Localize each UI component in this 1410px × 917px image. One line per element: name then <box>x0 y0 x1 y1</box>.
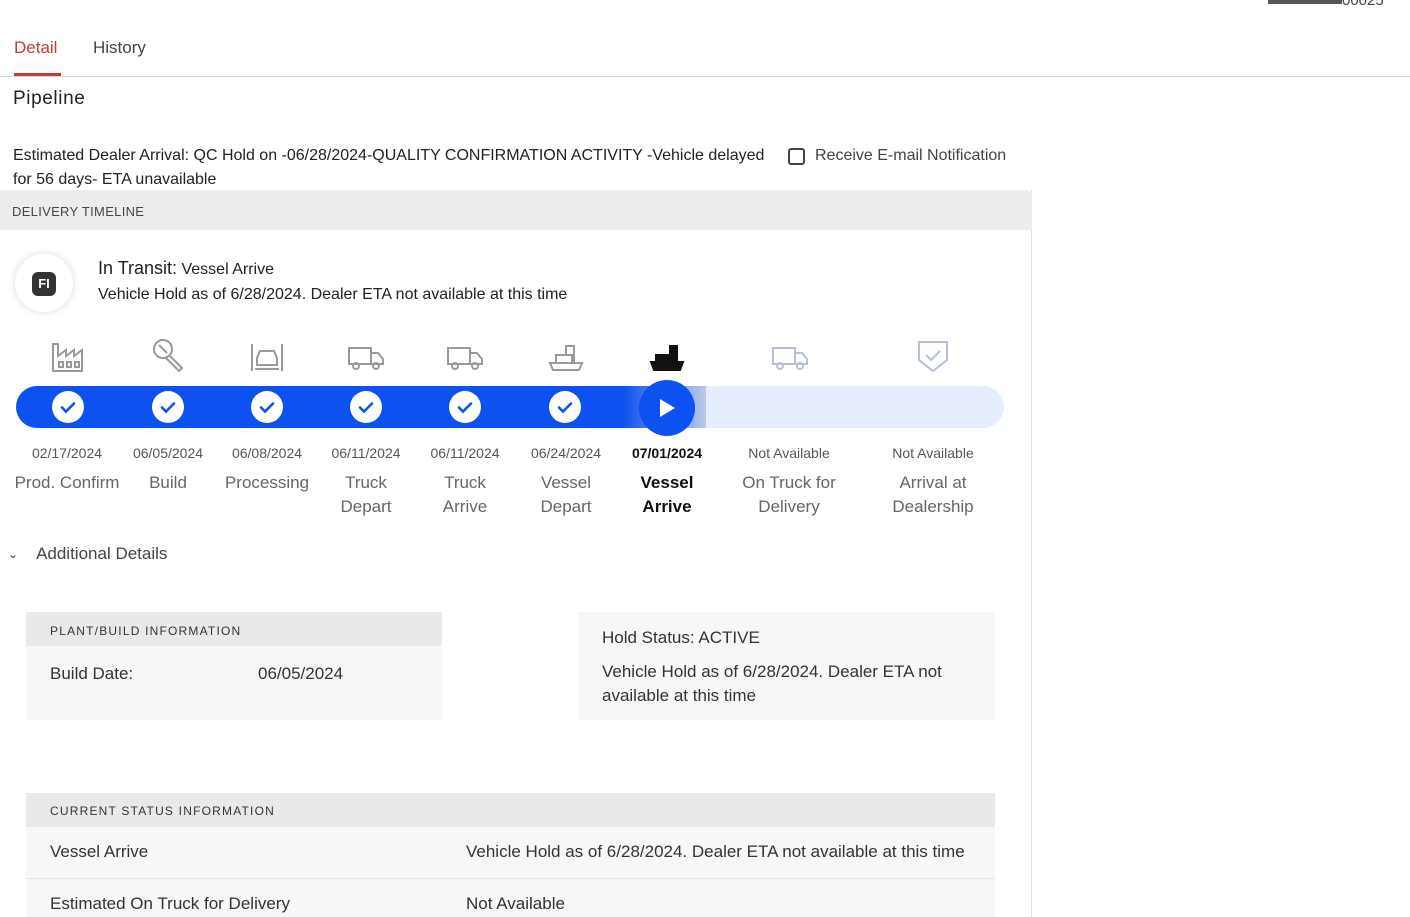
stage-date: Not Available <box>748 445 830 461</box>
additional-details-toggle[interactable]: ⌄ Additional Details <box>8 544 167 564</box>
status-row-value: Not Available <box>466 894 565 913</box>
status-badge: FI <box>15 254 73 312</box>
transit-stage: Vessel Arrive <box>181 261 274 278</box>
tab-detail[interactable]: Detail <box>14 38 57 58</box>
plant-build-info: PLANT/BUILD INFORMATION Build Date: 06/0… <box>26 612 442 720</box>
car-lift-icon <box>247 336 287 376</box>
check-icon <box>251 391 283 423</box>
table-row: Estimated On Truck for Delivery Not Avai… <box>26 879 995 917</box>
current-stage-play-icon <box>639 380 695 436</box>
truck-icon <box>445 336 485 376</box>
additional-details-label: Additional Details <box>36 544 168 563</box>
page-title: Pipeline <box>13 88 86 109</box>
check-icon <box>152 391 184 423</box>
status-badge-label: FI <box>32 272 56 296</box>
active-tab-indicator <box>14 73 61 76</box>
email-notification-label: Receive E-mail Notification <box>815 147 1007 164</box>
stage-date: Not Available <box>892 445 974 461</box>
tab-bar: Detail History <box>0 0 1410 77</box>
transit-message: Vehicle Hold as of 6/28/2024. Dealer ETA… <box>98 286 568 303</box>
ship-icon <box>647 336 687 376</box>
hold-status-panel: Hold Status: ACTIVE Vehicle Hold as of 6… <box>578 612 995 720</box>
build-date-value: 06/05/2024 <box>258 664 344 683</box>
stage-date-current: 07/01/2024 <box>631 445 703 461</box>
shield-check-icon <box>913 336 953 376</box>
truck-icon <box>770 336 810 376</box>
check-icon <box>549 391 581 423</box>
transit-label: In Transit: <box>98 258 178 278</box>
chevron-down-icon: ⌄ <box>8 547 19 561</box>
email-notification-option[interactable]: Receive E-mail Notification <box>788 144 1006 168</box>
delivery-timeline-header: DELIVERY TIMELINE <box>0 190 1032 230</box>
status-row-value: Vehicle Hold as of 6/28/2024. Dealer ETA… <box>466 842 965 861</box>
check-icon <box>52 391 84 423</box>
current-status-info: CURRENT STATUS INFORMATION Vessel Arrive… <box>26 793 995 917</box>
hold-message: Vehicle Hold as of 6/28/2024. Dealer ETA… <box>602 662 942 705</box>
delivery-timeline-card: DELIVERY TIMELINE FI In Transit: Vessel … <box>0 190 1032 917</box>
wrench-icon <box>148 336 188 376</box>
stage-name-current: Vessel Arrive <box>640 473 694 516</box>
stage-name: On Truck for Delivery <box>742 473 836 516</box>
table-row: Vessel Arrive Vehicle Hold as of 6/28/20… <box>26 827 995 879</box>
hold-status: Hold Status: ACTIVE <box>602 628 760 647</box>
delivery-timeline-title: DELIVERY TIMELINE <box>12 204 145 219</box>
transit-status: In Transit: Vessel Arrive <box>98 258 274 279</box>
current-status-info-header: CURRENT STATUS INFORMATION <box>26 793 995 827</box>
check-icon <box>449 391 481 423</box>
estimated-dealer-arrival: Estimated Dealer Arrival: QC Hold on -06… <box>13 147 765 188</box>
build-date-label: Build Date: <box>50 664 134 683</box>
status-row-key: Vessel Arrive <box>50 842 149 861</box>
tab-history[interactable]: History <box>93 38 146 58</box>
check-icon <box>350 391 382 423</box>
status-row-key: Estimated On Truck for Delivery <box>50 894 290 913</box>
plant-build-row: Build Date: 06/05/2024 <box>26 646 442 720</box>
plant-build-info-header: PLANT/BUILD INFORMATION <box>26 612 442 646</box>
factory-icon <box>48 336 88 376</box>
ship-icon <box>546 336 586 376</box>
stage-name: Arrival at Dealership <box>892 473 974 516</box>
email-notification-checkbox[interactable] <box>788 147 805 165</box>
truck-icon <box>346 336 386 376</box>
